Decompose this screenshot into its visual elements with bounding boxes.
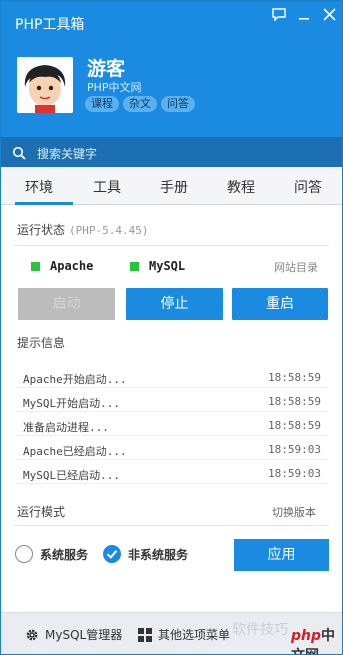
service-apache: Apache bbox=[31, 259, 93, 273]
list-item: Apache已经启动... 18:59:03 bbox=[17, 438, 327, 460]
window-title: PHP工具箱 bbox=[15, 17, 85, 33]
user-tags: 课程 杂文 问答 bbox=[85, 96, 195, 112]
stop-button[interactable]: 停止 bbox=[126, 288, 223, 320]
divider bbox=[13, 245, 329, 246]
tag-articles[interactable]: 杂文 bbox=[123, 96, 157, 112]
log-message: MySQL已经启动... bbox=[23, 469, 120, 482]
log-message: Apache开始启动... bbox=[23, 373, 127, 386]
list-item: 准备启动进程... 18:58:59 bbox=[17, 414, 327, 436]
site-directory-link[interactable]: 网站目录 bbox=[274, 259, 318, 275]
close-icon[interactable] bbox=[319, 7, 339, 25]
tab-qa[interactable]: 问答 bbox=[294, 177, 322, 197]
more-options-button[interactable]: 其他选项菜单 bbox=[138, 626, 230, 643]
status-section-title: 运行状态 (PHP-5.4.45) bbox=[17, 221, 149, 238]
radio-system-service[interactable]: 系统服务 bbox=[15, 545, 88, 563]
log-time: 18:58:59 bbox=[268, 371, 321, 384]
minimize-icon[interactable] bbox=[294, 7, 314, 25]
list-item: Apache开始启动... 18:58:59 bbox=[17, 366, 327, 388]
gear-icon bbox=[25, 628, 39, 642]
radio-non-system-service[interactable]: 非系统服务 bbox=[103, 545, 188, 563]
tab-environment[interactable]: 环境 bbox=[25, 177, 53, 197]
status-dot-icon bbox=[31, 261, 40, 271]
divider bbox=[13, 525, 329, 526]
tag-course[interactable]: 课程 bbox=[85, 96, 119, 112]
radio-unchecked-icon[interactable] bbox=[15, 545, 33, 563]
tab-manual[interactable]: 手册 bbox=[160, 177, 188, 197]
log-message: Apache已经启动... bbox=[23, 445, 127, 458]
tab-tutorial[interactable]: 教程 bbox=[227, 177, 255, 197]
radio-non-system-service-label: 非系统服务 bbox=[128, 547, 189, 562]
avatar[interactable] bbox=[17, 57, 73, 113]
php-cn-logo: php中文网 bbox=[291, 628, 336, 654]
mysql-manager-button[interactable]: MySQL管理器 bbox=[25, 626, 122, 643]
log-time: 18:59:03 bbox=[268, 443, 321, 456]
tab-tools[interactable]: 工具 bbox=[93, 177, 121, 197]
watermark: 软件技巧 bbox=[232, 622, 288, 638]
list-item: MySQL已经启动... 18:59:03 bbox=[17, 462, 327, 484]
radio-checked-icon[interactable] bbox=[103, 545, 121, 563]
grid-icon bbox=[138, 627, 152, 642]
restart-button[interactable]: 重启 bbox=[232, 288, 328, 320]
log-list: Apache开始启动... 18:58:59 MySQL开始启动... 18:5… bbox=[17, 361, 327, 491]
search-bar[interactable]: 搜索关键字 bbox=[1, 137, 342, 167]
log-message: MySQL开始启动... bbox=[23, 397, 120, 410]
more-options-label: 其他选项菜单 bbox=[158, 628, 231, 642]
log-time: 18:58:59 bbox=[268, 419, 321, 432]
footer-bar: MySQL管理器 其他选项菜单 软件技巧 php中文网 bbox=[1, 612, 342, 654]
apply-button[interactable]: 应用 bbox=[234, 539, 329, 571]
tag-qa[interactable]: 问答 bbox=[161, 96, 195, 112]
app-window: PHP工具箱 游客 PHP中文网 课程 杂文 问答 搜索关键字 环境 工具 手册… bbox=[0, 0, 343, 655]
header: PHP工具箱 游客 PHP中文网 课程 杂文 问答 bbox=[1, 1, 342, 137]
user-name: 游客 bbox=[87, 58, 126, 80]
log-time: 18:59:03 bbox=[268, 467, 321, 480]
log-message: 准备启动进程... bbox=[23, 421, 109, 434]
search-icon bbox=[12, 145, 26, 160]
log-time: 18:58:59 bbox=[268, 395, 321, 408]
radio-system-service-label: 系统服务 bbox=[40, 547, 89, 562]
start-button[interactable]: 启动 bbox=[18, 288, 115, 320]
list-item: MySQL开始启动... 18:58:59 bbox=[17, 390, 327, 412]
tab-bar: 环境 工具 手册 教程 问答 bbox=[1, 167, 342, 205]
service-mysql-label: MySQL bbox=[149, 259, 186, 273]
php-version: (PHP-5.4.45) bbox=[69, 224, 149, 237]
switch-version-link[interactable]: 切换版本 bbox=[272, 504, 316, 520]
mode-title: 运行模式 bbox=[17, 505, 66, 519]
service-apache-label: Apache bbox=[50, 259, 94, 273]
status-dot-icon bbox=[130, 261, 139, 271]
log-title: 提示信息 bbox=[17, 336, 66, 350]
mysql-manager-label: MySQL管理器 bbox=[45, 628, 123, 642]
service-mysql: MySQL bbox=[130, 259, 185, 273]
status-title: 运行状态 bbox=[17, 223, 66, 237]
search-input[interactable]: 搜索关键字 bbox=[37, 145, 97, 162]
chat-icon[interactable] bbox=[269, 7, 289, 25]
user-subtitle: PHP中文网 bbox=[87, 81, 142, 94]
active-tab-indicator bbox=[15, 202, 73, 205]
